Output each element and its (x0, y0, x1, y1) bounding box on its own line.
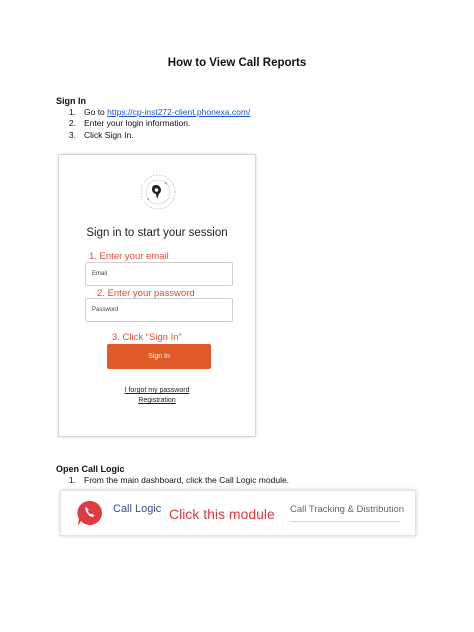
session-heading: Sign in to start your session (86, 227, 228, 239)
registration-link[interactable]: Registration (59, 397, 255, 404)
list-item: 1. From the main dashboard, click the Ca… (56, 475, 289, 486)
sign-in-button[interactable]: Sign In (107, 344, 211, 369)
page-title: How to View Call Reports (167, 57, 307, 69)
step-text: Enter your login information. (84, 118, 191, 129)
step-text: Click Sign In. (84, 129, 134, 140)
call-logic-icon (77, 500, 102, 526)
step-number: 1. (68, 475, 76, 485)
call-logic-steps: 1. From the main dashboard, click the Ca… (56, 475, 289, 486)
annotation-click-module: Click this module (169, 506, 275, 522)
forgot-password-link[interactable]: I forgot my password (59, 387, 255, 394)
document-page: How to View Call Reports Sign In 1. Go t… (0, 0, 474, 632)
step-number: 3. (68, 129, 76, 140)
annotation-signin: 3. Click “Sign In” (112, 332, 182, 343)
phonexa-logo-icon (140, 174, 176, 210)
email-field[interactable]: Email (85, 262, 233, 286)
sign-in-heading: Sign In (56, 96, 86, 106)
step-number: 2. (68, 118, 76, 129)
annotation-email: 1. Enter your email (89, 251, 169, 262)
sign-in-steps: 1. Go to https://cp-inst272-client.phone… (56, 107, 250, 141)
list-item: 1. Go to https://cp-inst272-client.phone… (56, 107, 250, 118)
step-text: Go to https://cp-inst272-client.phonexa.… (84, 107, 251, 117)
divider (290, 521, 400, 522)
list-item: 3. Click Sign In. (56, 130, 250, 141)
module-name: Call Logic (113, 503, 162, 515)
step-text: From the main dashboard, click the Call … (84, 475, 290, 485)
portal-link[interactable]: https://cp-inst272-client.phonexa.com/ (107, 107, 250, 117)
step-number: 1. (68, 107, 76, 117)
list-item: 2. Enter your login information. (56, 118, 250, 129)
call-logic-module-screenshot[interactable]: Call Logic Click this module Call Tracki… (60, 490, 416, 536)
open-call-logic-heading: Open Call Logic (56, 464, 125, 474)
login-screenshot: Sign in to start your session 1. Enter y… (58, 154, 256, 437)
password-field[interactable]: Password (85, 298, 233, 322)
module-description: Call Tracking & Distribution (290, 504, 405, 515)
